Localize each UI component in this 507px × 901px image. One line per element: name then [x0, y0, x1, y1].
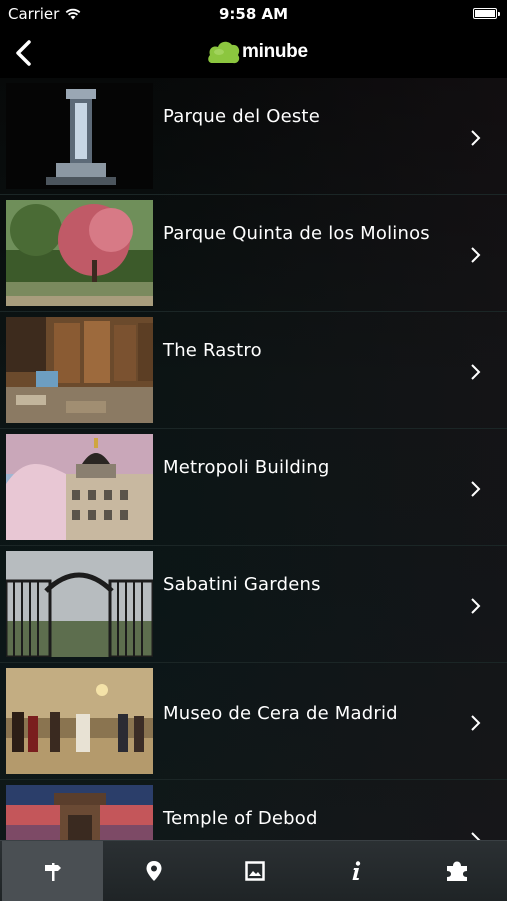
tab-bar	[0, 840, 507, 901]
back-button[interactable]	[10, 36, 44, 70]
place-title: Metropoli Building	[163, 457, 330, 478]
list-item[interactable]: Parque Quinta de los Molinos	[0, 195, 507, 312]
tab-directions[interactable]	[2, 841, 103, 901]
battery-icon	[473, 8, 500, 19]
tab-more[interactable]	[406, 841, 507, 901]
minube-cloud-icon	[208, 41, 240, 64]
tab-photos[interactable]	[204, 841, 305, 901]
chevron-right-icon	[471, 598, 481, 614]
list-item[interactable]: Parque del Oeste	[0, 78, 507, 195]
chevron-right-icon	[471, 481, 481, 497]
place-thumbnail	[6, 551, 153, 657]
tab-info[interactable]	[305, 841, 406, 901]
signpost-icon	[44, 863, 61, 881]
place-thumbnail	[6, 785, 153, 840]
map-pin-icon	[146, 861, 161, 881]
puzzle-icon	[446, 861, 467, 881]
place-title: Parque del Oeste	[163, 106, 320, 127]
minube-logo: minube	[207, 38, 308, 66]
place-thumbnail	[6, 434, 153, 540]
chevron-right-icon	[471, 130, 481, 146]
place-thumbnail	[6, 668, 153, 774]
list-item[interactable]: Museo de Cera de Madrid	[0, 663, 507, 780]
place-title: Sabatini Gardens	[163, 574, 321, 595]
list-item[interactable]: Temple of Debod	[0, 780, 507, 840]
chevron-right-icon	[471, 364, 481, 380]
logo-text: minube	[242, 41, 308, 62]
info-icon	[352, 861, 360, 880]
list-item[interactable]: The Rastro	[0, 312, 507, 429]
place-thumbnail	[6, 200, 153, 306]
navigation-bar: minube	[0, 28, 507, 78]
status-time: 9:58 AM	[218, 5, 289, 23]
place-title: Parque Quinta de los Molinos	[163, 223, 430, 244]
chevron-right-icon	[471, 715, 481, 731]
places-list: Parque del Oeste Parque Quinta de los Mo…	[0, 78, 507, 840]
place-thumbnail	[6, 317, 153, 423]
list-item[interactable]: Metropoli Building	[0, 429, 507, 546]
place-title: Temple of Debod	[163, 808, 318, 829]
list-item[interactable]: Sabatini Gardens	[0, 546, 507, 663]
chevron-left-icon	[16, 40, 31, 66]
chevron-right-icon	[471, 832, 481, 840]
status-bar: Carrier 9:58 AM	[0, 0, 507, 28]
place-thumbnail	[6, 83, 153, 189]
chevron-right-icon	[471, 247, 481, 263]
place-title: The Rastro	[163, 340, 262, 361]
place-title: Museo de Cera de Madrid	[163, 703, 398, 724]
photo-icon	[244, 861, 265, 881]
tab-map[interactable]	[103, 841, 204, 901]
